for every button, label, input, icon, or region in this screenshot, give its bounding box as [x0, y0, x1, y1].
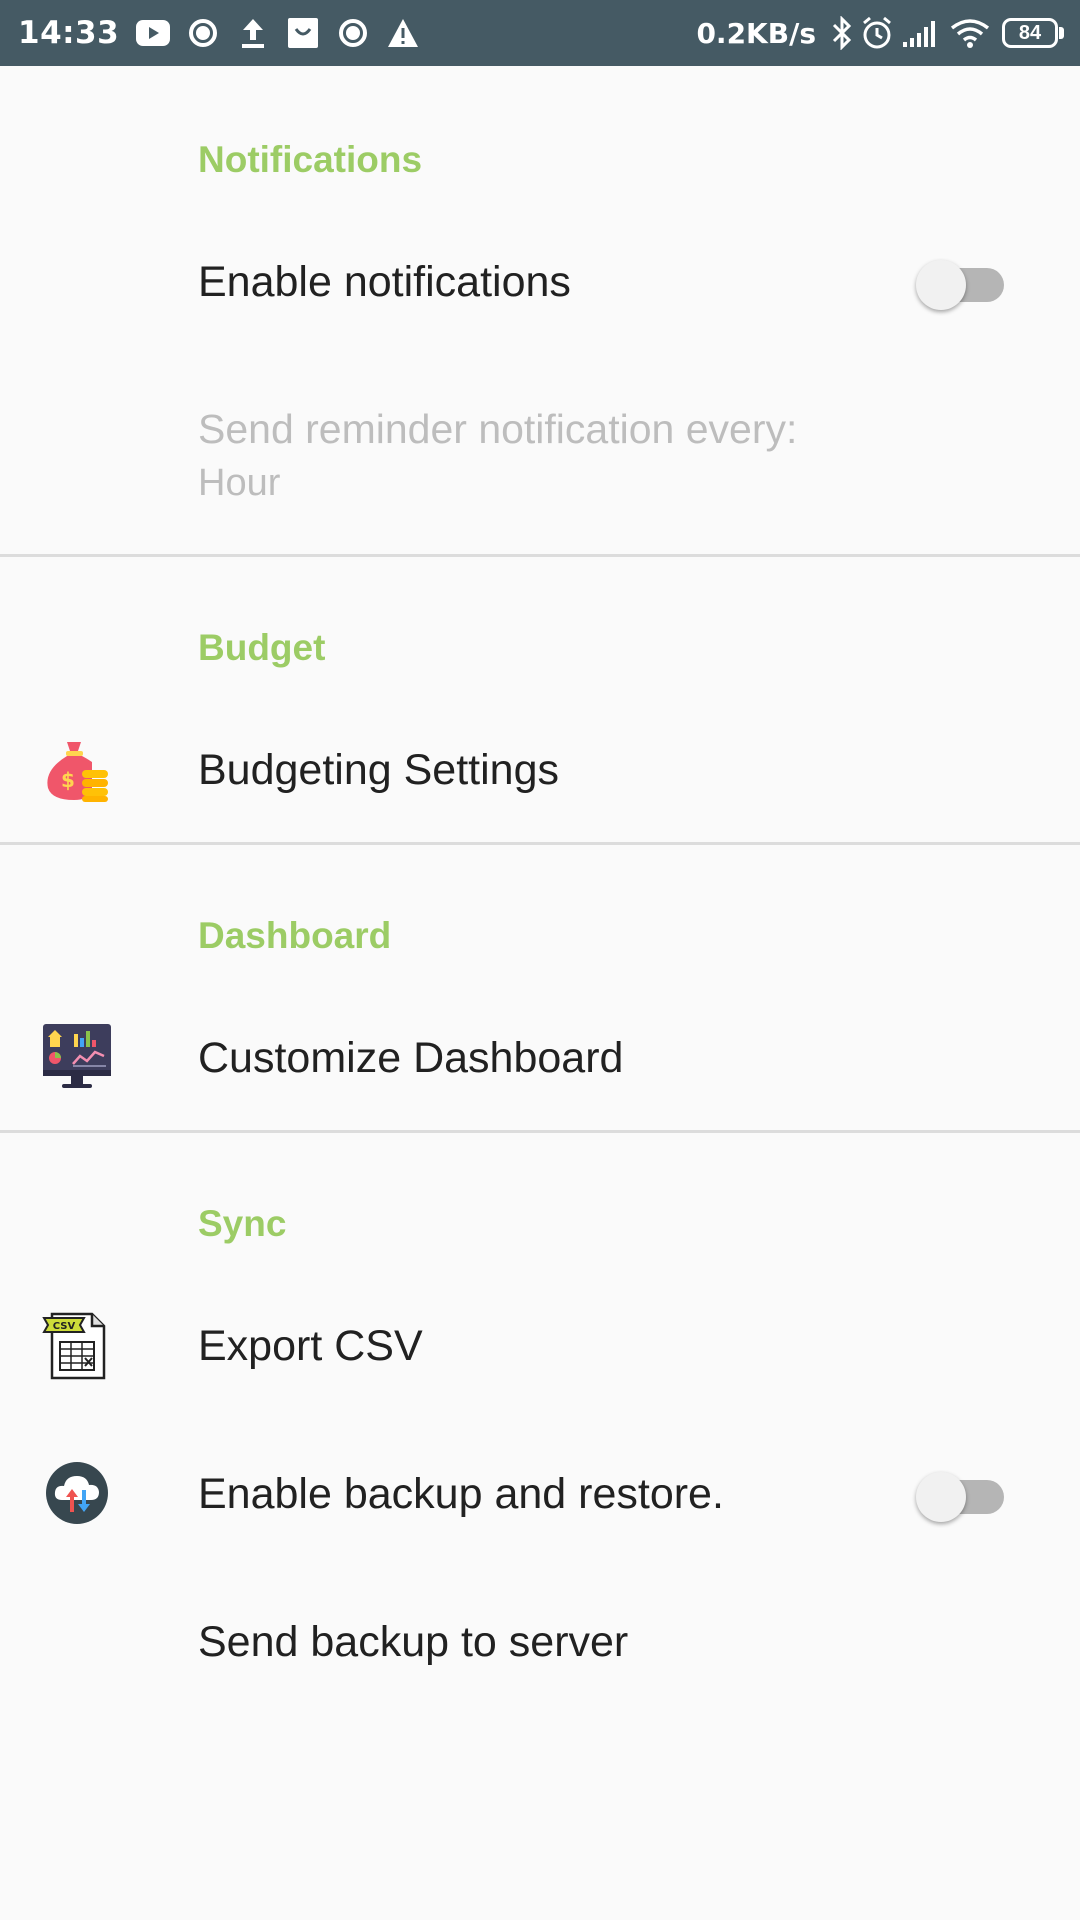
- pref-send-backup[interactable]: Send backup to server: [0, 1592, 1080, 1692]
- battery-icon: 84: [1002, 18, 1064, 48]
- send-backup-label: Send backup to server: [198, 1618, 629, 1666]
- pref-reminder-interval[interactable]: Send reminder notification every: Hour: [0, 398, 1080, 518]
- bluetooth-icon: [832, 16, 852, 50]
- network-speed: 0.2KB/s: [696, 16, 816, 50]
- category-notifications: Notifications: [198, 139, 423, 180]
- status-time: 14:33: [18, 15, 120, 51]
- circle-record-icon: [335, 15, 371, 51]
- category-sync: Sync: [198, 1203, 287, 1244]
- customize-dashboard-label: Customize Dashboard: [198, 1034, 624, 1082]
- enable-notifications-switch[interactable]: [916, 250, 1006, 310]
- enable-backup-switch[interactable]: [916, 1462, 1006, 1522]
- category-budget: Budget: [198, 627, 326, 668]
- enable-backup-label: Enable backup and restore.: [198, 1470, 724, 1518]
- pref-export-csv[interactable]: CSV Export CSV: [0, 1296, 1080, 1396]
- budgeting-settings-label: Budgeting Settings: [198, 746, 559, 794]
- battery-level: 84: [1018, 22, 1042, 44]
- youtube-icon: [135, 15, 171, 51]
- divider: [0, 1130, 1080, 1133]
- pref-enable-notifications[interactable]: Enable notifications: [0, 232, 1080, 332]
- dashboard-monitor-icon: [40, 1020, 114, 1094]
- circle-record-icon: [185, 15, 221, 51]
- reminder-interval-value: Hour: [198, 462, 281, 504]
- export-csv-label: Export CSV: [198, 1322, 423, 1370]
- cloud-sync-icon: [40, 1456, 114, 1530]
- signal-icon: [902, 18, 942, 48]
- status-bar: 14:33 0.2KB/s 84: [0, 0, 1080, 66]
- divider: [0, 842, 1080, 845]
- svg-text:CSV: CSV: [53, 1321, 76, 1332]
- upload-icon: [235, 15, 271, 51]
- divider: [0, 554, 1080, 557]
- category-dashboard: Dashboard: [198, 915, 392, 956]
- shopping-bag-icon: [285, 15, 321, 51]
- pref-budgeting-settings[interactable]: $ Budgeting Settings: [0, 720, 1080, 820]
- alarm-icon: [860, 16, 894, 50]
- svg-text:$: $: [61, 768, 75, 792]
- pref-enable-backup[interactable]: Enable backup and restore.: [0, 1444, 1080, 1544]
- enable-notifications-label: Enable notifications: [198, 258, 571, 306]
- csv-file-icon: CSV: [40, 1308, 114, 1382]
- money-bag-icon: $: [40, 732, 114, 806]
- warning-icon: [385, 15, 421, 51]
- pref-customize-dashboard[interactable]: Customize Dashboard: [0, 1008, 1080, 1108]
- wifi-icon: [950, 18, 990, 48]
- reminder-interval-label: Send reminder notification every:: [198, 406, 798, 452]
